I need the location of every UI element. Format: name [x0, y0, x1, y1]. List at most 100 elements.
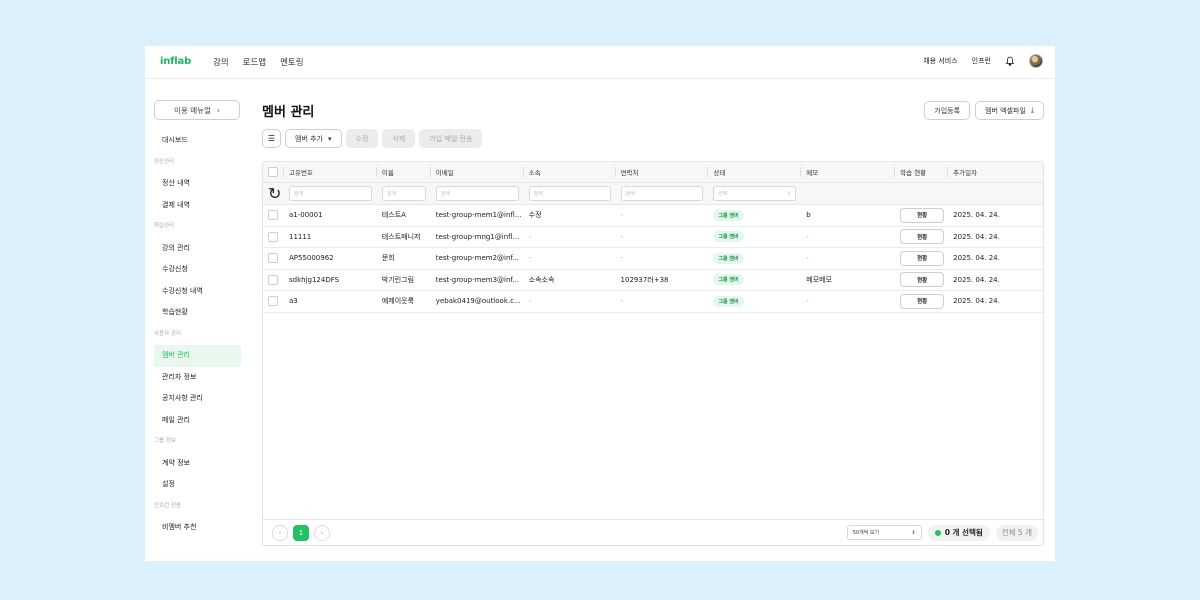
- column-header-memo[interactable]: 메모: [800, 162, 894, 182]
- cell-text-email: test-group-mng1@infl...: [435, 232, 520, 241]
- sidebar-section-label: 그룹 정보: [154, 438, 176, 444]
- row-checkbox[interactable]: [268, 296, 278, 307]
- avatar[interactable]: [1029, 54, 1043, 68]
- member-excel-button[interactable]: 멤버 엑셀파일 ⤓: [975, 101, 1044, 120]
- cell-text-memo: -: [806, 297, 809, 306]
- top-bar: inflab 강의 로드맵 멘토링 채용 서비스 인프런: [145, 46, 1055, 79]
- sidebar-item[interactable]: 설정: [154, 474, 241, 496]
- sidebar-item[interactable]: 대시보드: [154, 130, 241, 152]
- updown-icon: ⇕: [911, 529, 916, 536]
- refresh-icon[interactable]: ↻: [268, 184, 281, 203]
- edit-button[interactable]: 수정: [345, 129, 379, 148]
- row-select-cell: [263, 227, 283, 248]
- table-body: a1-00001 테스트A test-group-mem1@infl... 수정 - 그룹…: [263, 205, 1043, 313]
- sidebar-item[interactable]: 관리자 정보: [154, 367, 241, 389]
- per-page-select[interactable]: 50개씩 보기 ⇕: [846, 525, 922, 540]
- row-select-cell: [263, 205, 283, 226]
- progress-button[interactable]: 현황: [900, 250, 945, 266]
- progress-button[interactable]: 현황: [900, 272, 945, 288]
- join-register-button[interactable]: 가입등록: [924, 101, 971, 120]
- cell-id: a3: [283, 291, 376, 312]
- prev-page-button[interactable]: ‹: [272, 524, 288, 541]
- cell-memo: b: [800, 205, 894, 226]
- status-badge: 그룹 멤버: [713, 231, 744, 243]
- page-current[interactable]: 1: [293, 524, 309, 541]
- sidebar-item[interactable]: 공지사항 관리: [154, 388, 241, 410]
- cell-text-org: -: [528, 232, 532, 241]
- send-join-mail-button[interactable]: 가입 메일 전송: [419, 129, 483, 148]
- cell-org: 수정: [523, 205, 615, 226]
- filter-placeholder: 검색: [386, 191, 397, 197]
- sidebar-menu: 대시보드 정산관리 정산 내역 결제 내역 학습관리 강의 관리 수강신청 수강신청 내역 학습…: [154, 130, 241, 539]
- row-select-cell: [263, 270, 283, 291]
- sidebar-item[interactable]: 학습현황: [154, 302, 241, 324]
- selected-count: 0 개 선택됨: [927, 524, 990, 541]
- column-header-email[interactable]: 이메일: [429, 162, 523, 182]
- sidebar-item[interactable]: 결제 내역: [154, 195, 241, 217]
- table-row[interactable]: a1-00001 테스트A test-group-mem1@infl... 수정 - 그룹…: [263, 205, 1043, 227]
- progress-button[interactable]: 현황: [900, 207, 945, 223]
- next-page-button[interactable]: ›: [314, 524, 330, 541]
- sidebar-item[interactable]: 수강신청 내역: [154, 281, 241, 303]
- column-header-id[interactable]: 고유번호: [282, 162, 376, 182]
- table-row[interactable]: AP55000962 문희 test-group-mem2@inf... - - 그룹 멤…: [263, 248, 1043, 270]
- status-filter-select[interactable]: 선택 ⇕: [713, 186, 797, 201]
- row-checkbox[interactable]: [268, 231, 278, 242]
- table-row[interactable]: a3 예제이웃룩 yebak0419@outlook.c... - - 그룹 멤버 - 현황 2…: [263, 291, 1043, 313]
- nav-mentoring[interactable]: 멘토링: [280, 56, 303, 68]
- column-header-date[interactable]: 추가일자: [947, 162, 1043, 182]
- inflearn-link[interactable]: 인프런: [972, 56, 991, 66]
- guide-button-label: 이용 매뉴얼: [174, 105, 211, 115]
- recruit-link[interactable]: 채용 서비스: [923, 56, 957, 66]
- filter-search-input[interactable]: 검색: [620, 186, 704, 201]
- nav-roadmap[interactable]: 로드맵: [243, 56, 266, 68]
- table-row[interactable]: 11111 테스트매니저 test-group-mng1@infl... - - 그룹 멤…: [263, 227, 1043, 248]
- row-checkbox[interactable]: [268, 210, 278, 221]
- status-badge: 그룹 멤버: [713, 252, 744, 264]
- bell-icon[interactable]: [1005, 56, 1015, 66]
- sidebar-item[interactable]: 강의 관리: [154, 238, 241, 260]
- add-member-button[interactable]: 멤버 추가 ▾: [285, 129, 342, 148]
- column-settings-button[interactable]: ☰: [262, 129, 281, 148]
- total-count: 전체 5 개: [995, 524, 1038, 541]
- cell-text-email: test-group-mem1@infl...: [435, 211, 522, 220]
- cell-memo: -: [800, 248, 894, 269]
- sidebar-item[interactable]: 수강신청: [154, 259, 241, 281]
- sidebar-item[interactable]: 정산 내역: [154, 173, 241, 195]
- cell-org: -: [523, 291, 615, 312]
- cell-text-memo: -: [806, 232, 809, 241]
- sidebar-item[interactable]: 계약 정보: [154, 453, 241, 475]
- status-badge: 그룹 멤버: [713, 295, 744, 307]
- column-header-phone[interactable]: 연락처: [614, 162, 708, 182]
- filter-cell: [800, 183, 894, 204]
- table-footer: ‹ 1 › 50개씩 보기 ⇕ 0 개 선택됨 전체 5 개: [263, 519, 1043, 545]
- filter-search-input[interactable]: 검색: [528, 186, 611, 201]
- filter-search-input[interactable]: 검색: [288, 186, 372, 201]
- nav-courses[interactable]: 강의: [213, 56, 229, 68]
- select-all-checkbox[interactable]: [268, 167, 278, 177]
- download-icon: ⤓: [1030, 106, 1034, 114]
- sidebar-item[interactable]: 메일 관리: [154, 410, 241, 432]
- row-checkbox[interactable]: [268, 274, 278, 285]
- progress-button[interactable]: 현황: [900, 229, 945, 245]
- logo[interactable]: inflab: [160, 56, 191, 67]
- row-checkbox[interactable]: [268, 253, 278, 264]
- cell-phone: -: [615, 291, 708, 312]
- filter-search-input[interactable]: 검색: [381, 186, 426, 201]
- sidebar-item[interactable]: 비멤버 추천: [154, 517, 241, 539]
- cell-id: 11111: [283, 227, 376, 248]
- table-row[interactable]: sdkhjg124DFS 박기린그림 test-group-mem3@inf... 소…: [263, 270, 1043, 291]
- column-header-org[interactable]: 소속: [522, 162, 615, 182]
- filter-search-input[interactable]: 검색: [435, 186, 519, 201]
- column-header-progress[interactable]: 학습 현황: [894, 162, 947, 182]
- column-header-status[interactable]: 상태: [707, 162, 800, 182]
- cell-date: 2025. 04. 24.: [947, 270, 1043, 291]
- progress-button[interactable]: 현황: [900, 293, 945, 309]
- cell-name: 문희: [376, 248, 430, 269]
- sidebar: 이용 매뉴얼 › 대시보드 정산관리 정산 내역 결제 내역 학습관리 강의 관리 수강신청…: [145, 79, 245, 561]
- sidebar-item[interactable]: 멤버 관리: [154, 345, 241, 367]
- delete-button[interactable]: 삭제: [382, 129, 416, 148]
- guide-button[interactable]: 이용 매뉴얼 ›: [154, 100, 240, 120]
- column-header-name[interactable]: 이름: [375, 162, 430, 182]
- cell-text-id: sdkhjg124DFS: [288, 275, 340, 284]
